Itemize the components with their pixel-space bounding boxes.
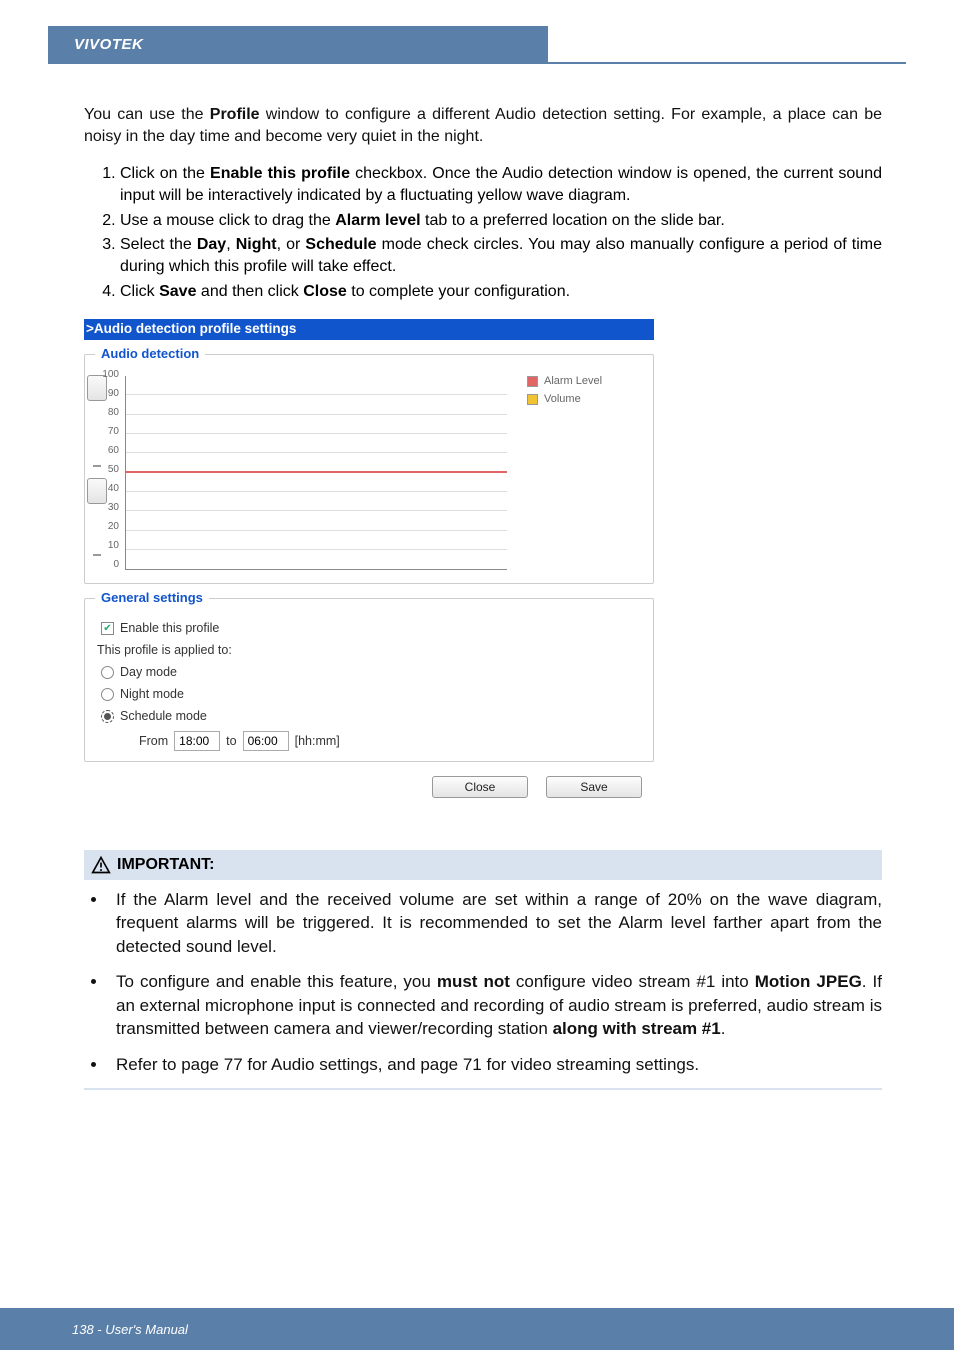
page: VIVOTEK You can use the Profile window t… [0, 0, 954, 1350]
warning-icon [91, 855, 111, 875]
tick-50: 50 [97, 464, 119, 475]
tick-100: 100 [97, 369, 119, 380]
from-label: From [139, 734, 168, 748]
save-button[interactable]: Save [546, 776, 642, 798]
to-time-input[interactable] [243, 731, 289, 751]
important-title: IMPORTANT: [117, 856, 214, 874]
chart-plot-area [125, 376, 507, 570]
night-mode-row[interactable]: Night mode [101, 687, 643, 701]
enable-profile-label: Enable this profile [120, 621, 219, 635]
button-row: Close Save [84, 776, 654, 798]
day-mode-label: Day mode [120, 665, 177, 679]
footer-bar: 138 - User's Manual [0, 1308, 954, 1350]
alarm-level-line [126, 471, 507, 473]
night-mode-radio[interactable] [101, 688, 114, 701]
tick-80: 80 [97, 407, 119, 418]
audio-level-chart: 100 90 80 70 60 50 40 30 20 10 0 [97, 373, 507, 573]
step-2: Use a mouse click to drag the Alarm leve… [120, 210, 882, 232]
general-settings-fieldset: General settings Enable this profile Thi… [84, 598, 654, 762]
intro-paragraph: You can use the Profile window to config… [84, 104, 882, 149]
important-header: IMPORTANT: [84, 850, 882, 880]
from-time-input[interactable] [174, 731, 220, 751]
important-list: If the Alarm level and the received volu… [108, 888, 882, 1076]
enable-profile-row[interactable]: Enable this profile [101, 621, 643, 635]
to-label: to [226, 734, 236, 748]
tick-10: 10 [97, 540, 119, 551]
step-1: Click on the Enable this profile checkbo… [120, 163, 882, 208]
steps-list: Click on the Enable this profile checkbo… [120, 163, 882, 303]
body-content: You can use the Profile window to config… [84, 104, 882, 798]
important-item-1: If the Alarm level and the received volu… [108, 888, 882, 958]
tick-70: 70 [97, 426, 119, 437]
step-4: Click Save and then click Close to compl… [120, 281, 882, 303]
header-divider [48, 62, 906, 64]
schedule-time-row: From to [hh:mm] [139, 731, 643, 751]
schedule-mode-label: Schedule mode [120, 709, 207, 723]
brand-label: VIVOTEK [74, 36, 143, 53]
panel-title: >Audio detection profile settings [84, 319, 654, 340]
tick-40: 40 [97, 483, 119, 494]
schedule-mode-radio[interactable] [101, 710, 114, 723]
general-settings-legend: General settings [95, 590, 209, 605]
close-button[interactable]: Close [432, 776, 528, 798]
legend-volume: Volume [527, 393, 602, 405]
tick-20: 20 [97, 521, 119, 532]
applied-to-label: This profile is applied to: [97, 643, 643, 657]
tick-60: 60 [97, 445, 119, 456]
intro-bold-profile: Profile [210, 106, 260, 123]
important-item-3: Refer to page 77 for Audio settings, and… [108, 1053, 882, 1076]
important-item-2: To configure and enable this feature, yo… [108, 970, 882, 1040]
important-section: IMPORTANT: If the Alarm level and the re… [84, 850, 882, 1090]
tick-0: 0 [97, 559, 119, 570]
swatch-volume-icon [527, 394, 538, 405]
hhmm-hint: [hh:mm] [295, 734, 340, 748]
night-mode-label: Night mode [120, 687, 184, 701]
tick-30: 30 [97, 502, 119, 513]
header-bar: VIVOTEK [48, 26, 548, 62]
chart-wrap: 100 90 80 70 60 50 40 30 20 10 0 [97, 373, 643, 573]
footer-text: 138 - User's Manual [72, 1322, 188, 1337]
swatch-alarm-icon [527, 376, 538, 387]
profile-settings-panel: >Audio detection profile settings Audio … [84, 319, 654, 798]
audio-detection-legend: Audio detection [95, 346, 205, 361]
important-divider [84, 1088, 882, 1090]
chart-legend: Alarm Level Volume [527, 375, 602, 573]
day-mode-radio[interactable] [101, 666, 114, 679]
enable-profile-checkbox[interactable] [101, 622, 114, 635]
day-mode-row[interactable]: Day mode [101, 665, 643, 679]
intro-pre: You can use the [84, 106, 210, 123]
legend-alarm-level: Alarm Level [527, 375, 602, 387]
audio-detection-fieldset: Audio detection 100 90 80 70 60 [84, 354, 654, 584]
schedule-mode-row[interactable]: Schedule mode [101, 709, 643, 723]
tick-90: 90 [97, 388, 119, 399]
step-3: Select the Day, Night, or Schedule mode … [120, 234, 882, 279]
